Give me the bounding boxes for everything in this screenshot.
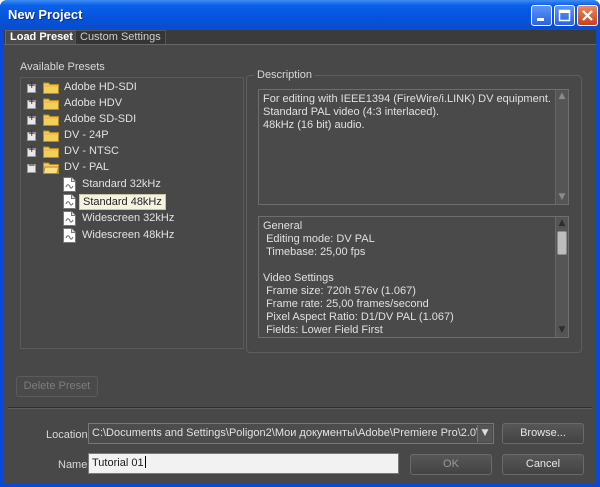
details-textbox[interactable]: General Editing mode: DV PAL Timebase: 2…	[258, 216, 569, 338]
location-value: C:\Documents and Settings\Poligon2\Мои д…	[92, 427, 480, 439]
description-group: Description For editing with IEEE1394 (F…	[246, 69, 582, 353]
expand-icon[interactable]: +	[27, 145, 36, 157]
available-presets-heading: Available Presets	[20, 61, 105, 73]
maximize-icon	[558, 9, 571, 22]
maximize-button[interactable]	[554, 5, 575, 26]
cancel-button[interactable]: Cancel	[502, 454, 584, 475]
dialog-client-area: Load Preset Custom Settings Available Pr…	[4, 30, 596, 483]
delete-preset-button[interactable]: Delete Preset	[16, 376, 98, 397]
tab-custom-settings[interactable]: Custom Settings	[75, 30, 166, 44]
browse-label: Browse...	[520, 427, 566, 439]
close-icon	[582, 10, 593, 21]
preset-file-icon	[63, 211, 76, 226]
scroll-down-arrow-icon[interactable]: ▼	[556, 324, 568, 337]
folder-open-icon	[43, 162, 59, 174]
browse-button[interactable]: Browse...	[502, 423, 584, 444]
folder-icon	[43, 114, 59, 126]
tree-item-label: Adobe HD-SDI	[64, 81, 137, 93]
ok-label: OK	[443, 458, 459, 470]
folder-icon	[43, 146, 59, 158]
name-value: Tutorial 01	[92, 457, 144, 469]
expand-icon[interactable]: +	[27, 129, 36, 141]
details-text: General Editing mode: DV PAL Timebase: 2…	[263, 220, 454, 336]
ok-button[interactable]: OK	[410, 454, 492, 475]
scroll-down-arrow-icon[interactable]: ▼	[556, 191, 568, 204]
tree-item-label: Adobe HDV	[64, 97, 123, 109]
load-preset-panel: Available Presets + Adobe HD-SDI + Adobe…	[4, 44, 596, 483]
minimize-icon	[537, 18, 544, 21]
tree-item-label: Standard 32kHz	[82, 178, 161, 190]
window-frame-bottom	[0, 483, 600, 487]
tree-item-label: DV - NTSC	[64, 145, 119, 157]
scroll-up-arrow-icon[interactable]: ▲	[556, 90, 568, 103]
window-title: New Project	[8, 7, 83, 22]
details-scrollbar[interactable]: ▲ ▼	[555, 217, 568, 337]
folder-icon	[43, 98, 59, 110]
location-combobox[interactable]: C:\Documents and Settings\Poligon2\Мои д…	[88, 423, 494, 444]
text-caret	[144, 456, 146, 468]
tree-item-label: Widescreen 32kHz	[82, 212, 175, 224]
title-bar[interactable]: New Project	[0, 0, 600, 30]
name-label: Name:	[58, 459, 91, 471]
description-text: For editing with IEEE1394 (FireWire/i.LI…	[263, 93, 551, 131]
preset-file-icon	[63, 228, 76, 243]
tree-item-label: Adobe SD-SDI	[64, 113, 137, 125]
description-heading: Description	[254, 69, 316, 81]
tab-strip: Load Preset Custom Settings	[4, 30, 596, 44]
presets-tree[interactable]: + Adobe HD-SDI + Adobe HDV + Adobe SD-SD…	[20, 77, 244, 349]
separator	[8, 407, 592, 409]
tree-item-label: DV - 24P	[64, 129, 109, 141]
tree-item-label-selected: Standard 48kHz	[79, 194, 166, 210]
scroll-up-arrow-icon[interactable]: ▲	[556, 217, 568, 230]
tab-load-preset[interactable]: Load Preset	[5, 30, 78, 44]
name-input[interactable]: Tutorial 01	[88, 453, 399, 474]
tree-item-label: DV - PAL	[64, 161, 110, 173]
close-button[interactable]	[577, 5, 598, 26]
expand-icon[interactable]: +	[27, 97, 36, 109]
cancel-label: Cancel	[525, 458, 561, 470]
description-scrollbar[interactable]: ▲ ▼	[555, 90, 568, 204]
folder-icon	[43, 82, 59, 94]
preset-file-icon	[63, 194, 76, 209]
preset-file-icon	[63, 177, 76, 192]
tree-item-label: Widescreen 48kHz	[82, 229, 175, 241]
expand-icon[interactable]: +	[27, 81, 36, 93]
window-frame-right	[596, 30, 600, 487]
minimize-button[interactable]	[531, 5, 552, 26]
collapse-icon[interactable]: −	[27, 161, 36, 173]
new-project-dialog: New Project Load Preset Custom Settings …	[0, 0, 600, 487]
location-label: Location:	[46, 429, 91, 441]
scroll-thumb[interactable]	[557, 231, 567, 255]
delete-preset-label: Delete Preset	[23, 380, 91, 392]
description-textbox[interactable]: For editing with IEEE1394 (FireWire/i.LI…	[258, 89, 569, 205]
folder-icon	[43, 130, 59, 142]
expand-icon[interactable]: +	[27, 113, 36, 125]
dropdown-arrow-icon[interactable]: ▼	[477, 425, 492, 442]
